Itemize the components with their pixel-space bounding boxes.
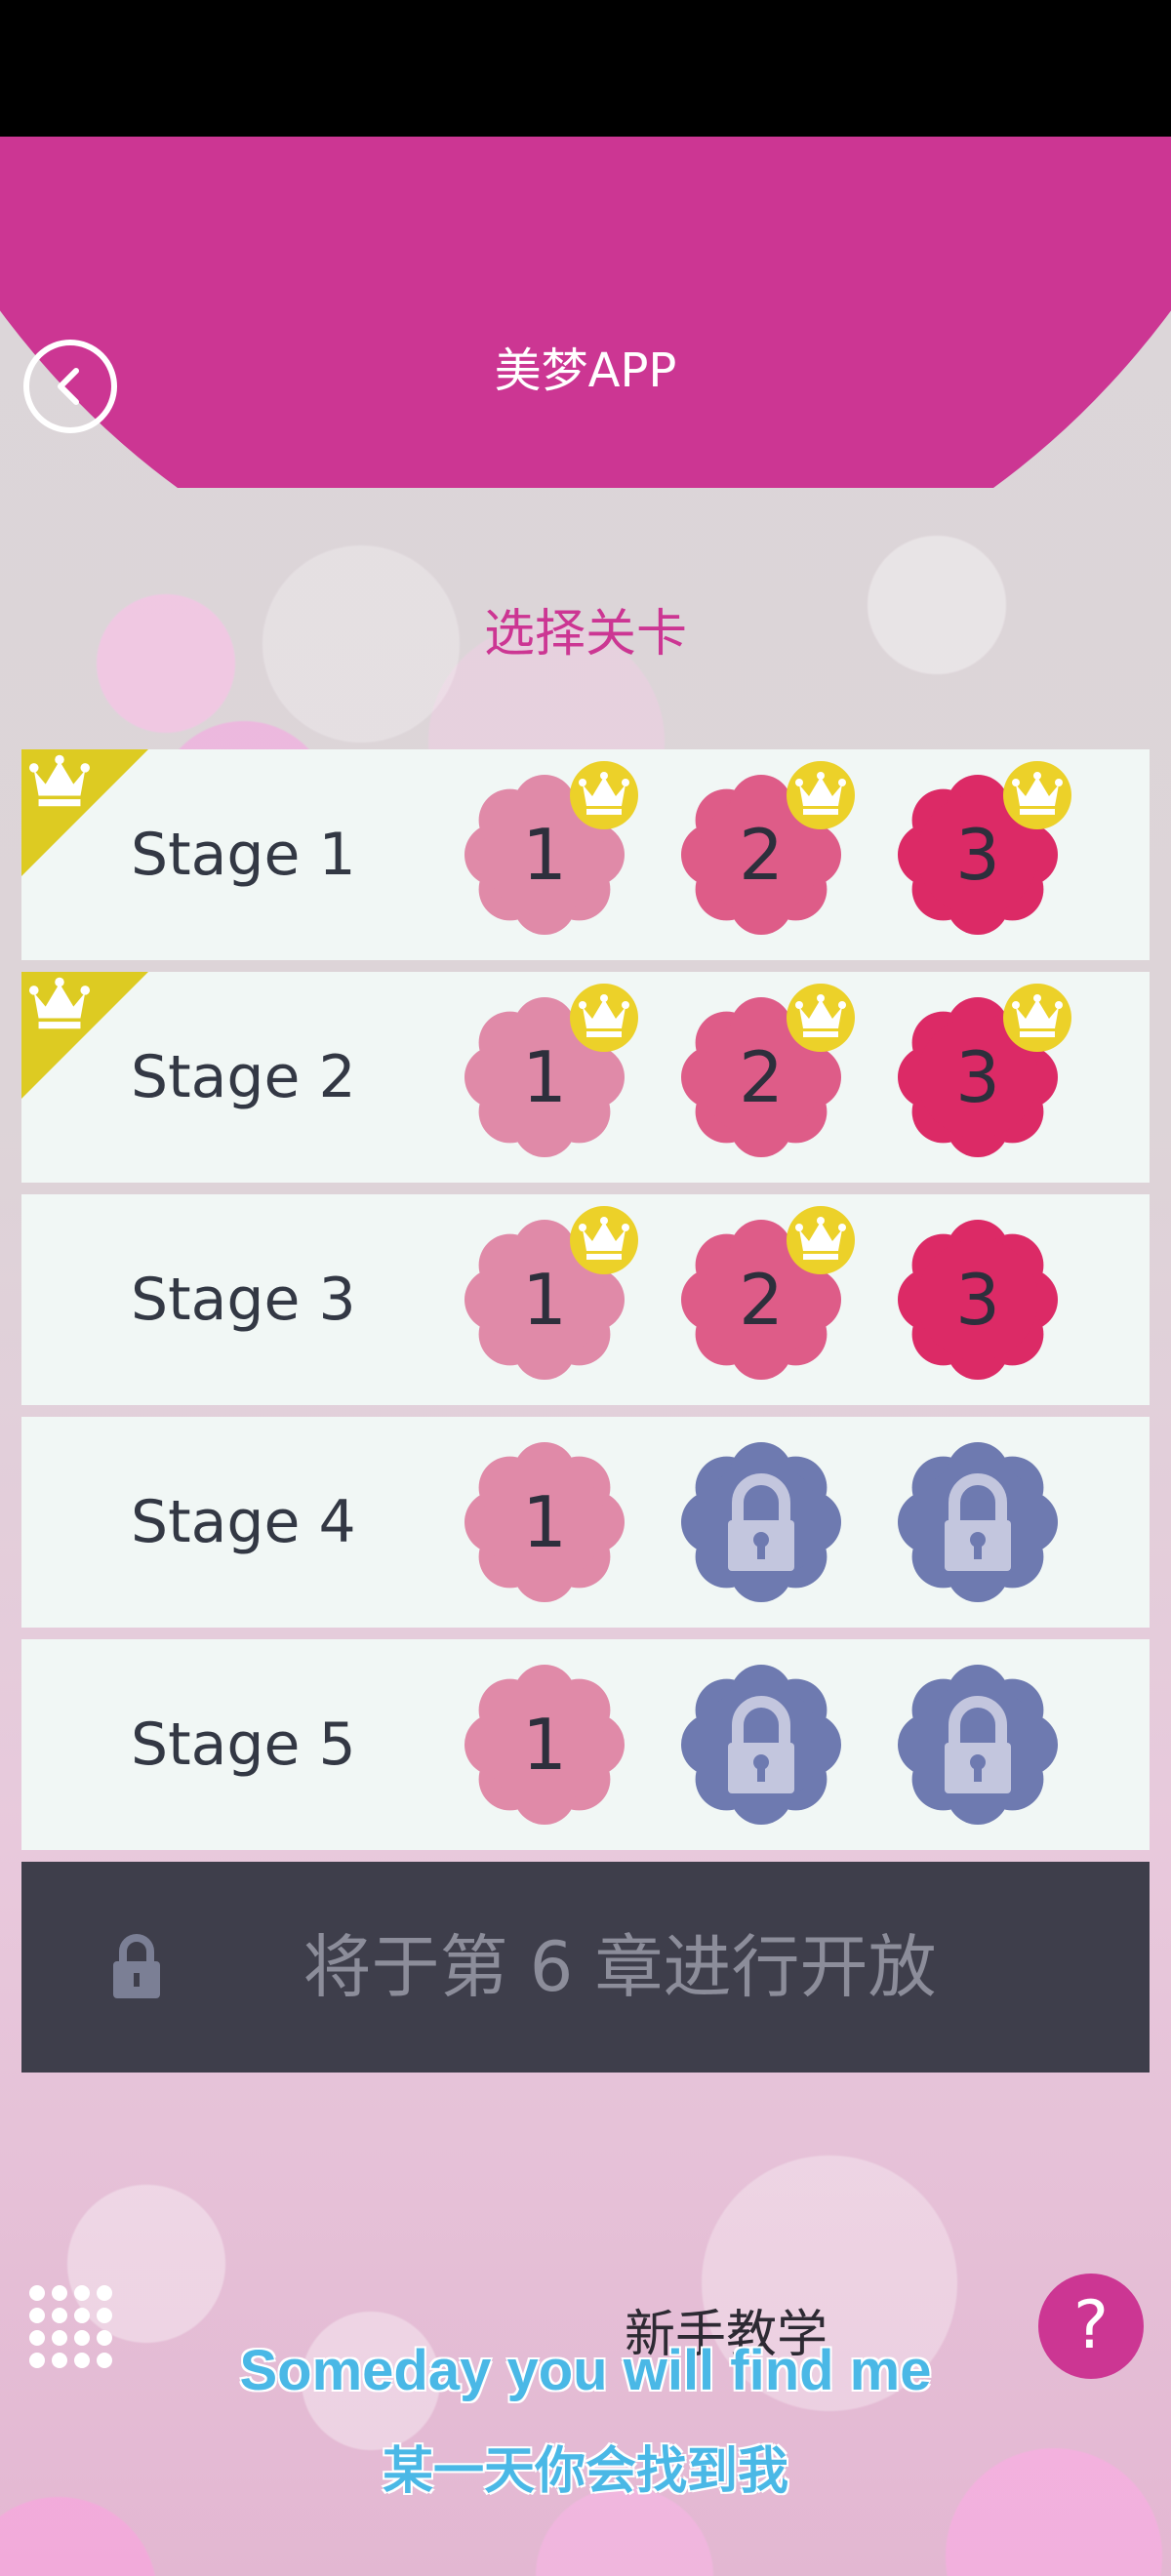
crown-badge [570, 984, 638, 1052]
crown-badge [787, 984, 855, 1052]
stage-label: Stage 2 [131, 1043, 356, 1111]
status-bar [0, 0, 1171, 137]
locked-level-button[interactable] [896, 1440, 1060, 1604]
level-button[interactable]: 3 [896, 1218, 1060, 1382]
stage-label: Stage 4 [131, 1488, 356, 1556]
level-number: 1 [522, 1481, 567, 1563]
lock-icon [728, 1473, 794, 1571]
crown-icon [795, 1217, 846, 1260]
locked-chapter-text: 将于第 6 章进行开放 [303, 1927, 937, 2007]
lock-icon [728, 1696, 794, 1793]
subtitle-english: Someday you will find me [239, 2339, 932, 2402]
stage-row: Stage 4 1 [21, 1417, 1150, 1628]
stage-row: Stage 3123 [21, 1194, 1150, 1405]
crown-icon [579, 1217, 629, 1260]
crown-badge [570, 1206, 638, 1274]
lock-icon [945, 1696, 1011, 1793]
header-background [0, 137, 1171, 488]
stage-row: Stage 2123 [21, 972, 1150, 1183]
stage-label: Stage 3 [131, 1266, 356, 1334]
crown-badge [570, 761, 638, 829]
locked-level-button[interactable] [679, 1663, 843, 1827]
lock-icon [945, 1473, 1011, 1571]
crown-icon [1012, 772, 1063, 815]
subtitle-chinese: 某一天你会找到我 [382, 2442, 788, 2501]
app-title: 美梦APP [494, 343, 677, 398]
level-button[interactable]: 1 [463, 1663, 626, 1827]
crown-icon [795, 994, 846, 1037]
crown-icon [1012, 994, 1063, 1037]
crown-badge [1003, 984, 1071, 1052]
crown-icon [795, 772, 846, 815]
level-button[interactable]: 1 [463, 1440, 626, 1604]
crown-icon [29, 977, 90, 1029]
stage-label: Stage 1 [131, 821, 356, 889]
locked-chapter-bar: 将于第 6 章进行开放 [21, 1862, 1150, 2073]
locked-level-button[interactable] [896, 1663, 1060, 1827]
crown-badge [1003, 761, 1071, 829]
crown-icon [579, 772, 629, 815]
level-number: 1 [522, 1704, 567, 1786]
stage-row: Stage 1123 [21, 749, 1150, 960]
stage-row: Stage 5 1 [21, 1639, 1150, 1850]
crown-badge [787, 1206, 855, 1274]
stage-label: Stage 5 [131, 1711, 356, 1779]
ribbon-crown [29, 976, 90, 1034]
crown-icon [29, 754, 90, 807]
crown-icon [579, 994, 629, 1037]
crown-badge [787, 761, 855, 829]
header: 美梦APP [0, 137, 1171, 488]
level-number: 3 [955, 1259, 1000, 1341]
section-title: 选择关卡 [483, 605, 687, 664]
ribbon-crown [29, 753, 90, 812]
locked-level-button[interactable] [679, 1440, 843, 1604]
